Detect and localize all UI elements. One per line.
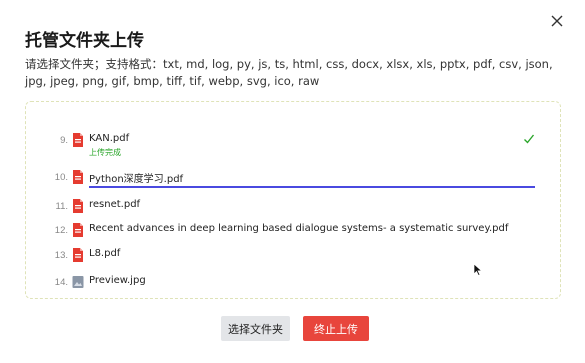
file-row: 14. Preview.jpg <box>26 273 560 295</box>
file-name: L8.pdf <box>89 248 121 259</box>
image-icon <box>72 275 84 289</box>
upload-dialog: 托管文件夹上传 请选择文件夹；支持格式：txt, md, log, py, js… <box>0 0 585 363</box>
file-index: 13. <box>54 250 68 261</box>
file-name: Python深度学习.pdf <box>89 174 184 185</box>
upload-status: 上传完成 <box>89 148 121 157</box>
select-folder-button[interactable]: 选择文件夹 <box>221 316 290 341</box>
file-index: 10. <box>54 172 68 183</box>
file-index: 14. <box>54 277 68 288</box>
file-index: 11. <box>55 201 68 212</box>
supported-formats-text: 请选择文件夹；支持格式：txt, md, log, py, js, ts, ht… <box>25 57 553 88</box>
pdf-icon <box>72 133 84 147</box>
file-name: Recent advances in deep learning based d… <box>89 223 509 234</box>
pdf-icon <box>72 170 84 184</box>
file-index: 9. <box>60 135 68 146</box>
stop-upload-button[interactable]: 终止上传 <box>303 316 369 341</box>
upload-progress-fill <box>89 186 535 188</box>
close-icon[interactable] <box>548 12 566 30</box>
pdf-icon <box>72 248 84 262</box>
file-row: 10. Python深度学习.pdf <box>26 168 560 190</box>
file-index: 12. <box>54 225 68 236</box>
mouse-cursor-icon <box>473 263 483 276</box>
file-row: 9. KAN.pdf 上传完成 <box>26 131 560 157</box>
pdf-icon <box>72 223 84 237</box>
file-name: KAN.pdf <box>89 133 130 144</box>
pdf-icon <box>72 199 84 213</box>
file-row: 11. resnet.pdf <box>26 197 560 219</box>
file-name: Preview.jpg <box>89 275 146 286</box>
file-name: resnet.pdf <box>89 199 141 210</box>
file-row: 12. Recent advances in deep learning bas… <box>26 221 560 243</box>
checkmark-icon <box>523 132 535 144</box>
dialog-title: 托管文件夹上传 <box>25 31 144 51</box>
upload-progress-bar <box>89 186 535 188</box>
